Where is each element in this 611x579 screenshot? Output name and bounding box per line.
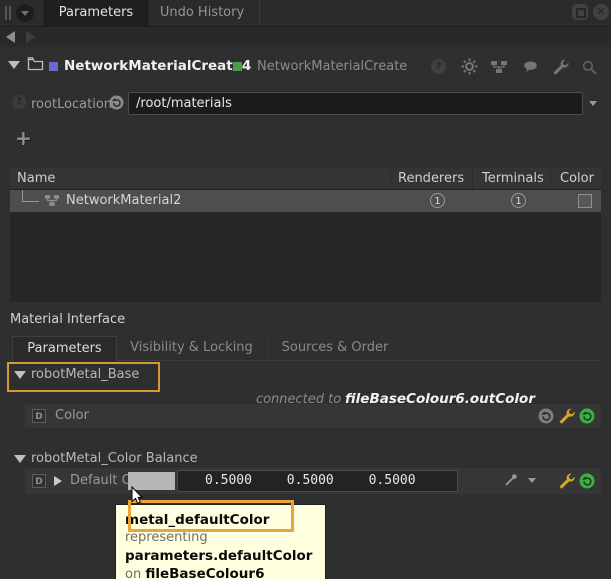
value-g[interactable]: 0.5000 (287, 471, 334, 491)
help-icon[interactable]: ? (431, 59, 446, 74)
column-name: Name (17, 168, 55, 189)
table-row[interactable]: NetworkMaterial2 1 1 (10, 190, 601, 212)
param-row-color: D Color (25, 404, 601, 428)
drag-handle-badge[interactable]: D (32, 409, 46, 423)
state-green-icon[interactable] (579, 408, 595, 424)
node-flag-blue[interactable] (49, 62, 58, 71)
mi-tab-parameters[interactable]: Parameters (12, 336, 117, 361)
close-icon[interactable]: ✕ (593, 4, 609, 20)
reset-arrow-icon[interactable] (109, 95, 124, 110)
root-location-input[interactable] (128, 92, 583, 115)
value-b[interactable]: 0.5000 (369, 471, 416, 491)
section-title: Material Interface (10, 312, 125, 327)
table-header: Name Renderers Terminals Color (10, 168, 601, 190)
column-color: Color (560, 168, 594, 189)
mi-tab-visibility-locking[interactable]: Visibility & Locking (116, 336, 268, 360)
tab-label: Visibility & Locking (130, 340, 253, 355)
node-collapse-toggle[interactable] (8, 61, 20, 69)
color-checkbox[interactable] (578, 194, 592, 208)
drag-grip-icon[interactable] (9, 6, 11, 20)
tree-branch-icon (22, 190, 23, 201)
column-separator (390, 169, 391, 188)
state-green-icon[interactable] (579, 473, 595, 489)
highlight-box-tooltip (128, 500, 294, 532)
mouse-cursor-icon (131, 486, 145, 506)
wrench-icon[interactable] (551, 58, 569, 76)
column-renderers: Renderers (398, 168, 464, 189)
tooltip-node-name: fileBaseColour6 (145, 566, 264, 579)
renderers-count-badge[interactable]: 1 (430, 193, 445, 208)
chevron-down-icon (21, 11, 29, 16)
drag-grip-icon[interactable] (5, 6, 7, 20)
column-separator (472, 169, 473, 188)
value-r[interactable]: 0.5000 (205, 471, 252, 491)
chevron-right-icon (54, 476, 62, 486)
node-graph-icon[interactable] (490, 60, 508, 74)
gear-icon[interactable] (461, 58, 478, 75)
chevron-down-icon[interactable] (589, 101, 597, 106)
tab-separator (259, 0, 260, 26)
tab-label: Parameters (59, 5, 133, 20)
param-label-color: Color (55, 408, 89, 423)
highlight-box-group (7, 362, 160, 392)
chevron-down-icon (14, 455, 26, 463)
tab-label: Sources & Order (282, 340, 389, 355)
param-row-default-color: D Default Color 0.5000 0.5000 0.5000 (25, 468, 601, 494)
terminals-count-badge[interactable]: 1 (511, 193, 526, 208)
tooltip-on-prefix: on (125, 567, 141, 579)
root-location-label: rootLocation (31, 97, 112, 112)
forward-arrow-icon[interactable] (26, 31, 35, 43)
group-name-color-balance[interactable]: robotMetal_Color Balance (31, 451, 198, 466)
tab-parameters[interactable]: Parameters (44, 0, 148, 26)
add-material-button[interactable]: + (15, 126, 32, 150)
mi-tab-sources-order[interactable]: Sources & Order (268, 336, 403, 360)
color-value-field[interactable]: 0.5000 0.5000 0.5000 (177, 470, 458, 492)
tab-undo-history[interactable]: Undo History (146, 0, 258, 26)
drag-handle-badge[interactable]: D (32, 474, 46, 488)
panel-tab-bar: Parameters Undo History ✕ (0, 0, 611, 27)
material-name: NetworkMaterial2 (66, 190, 181, 212)
parameters-panel: Parameters Undo History ✕ NetworkMateria… (0, 0, 611, 579)
tooltip-node-line: on fileBaseColour6 (125, 565, 325, 579)
wrench-gold-icon[interactable] (557, 472, 575, 490)
materials-table: Name Renderers Terminals Color NetworkMa… (10, 168, 601, 302)
column-terminals: Terminals (482, 168, 544, 189)
node-flag-green[interactable] (233, 62, 242, 71)
node-type-label: NetworkMaterialCreate (257, 59, 407, 74)
expand-toggle[interactable] (54, 476, 62, 486)
tab-label: Undo History (160, 5, 244, 20)
chevron-down-icon[interactable] (528, 478, 536, 483)
comment-bubble-icon[interactable] (522, 59, 539, 75)
tree-branch-icon (22, 201, 39, 202)
network-material-icon (44, 194, 60, 207)
folder-icon (27, 56, 44, 71)
panel-menu-button[interactable] (16, 4, 34, 22)
back-arrow-icon[interactable] (6, 31, 15, 43)
chevron-down-icon (8, 61, 20, 69)
group-collapse-toggle[interactable] (14, 455, 26, 463)
tooltip-param-path: parameters.defaultColor (125, 547, 325, 565)
node-name[interactable]: NetworkMaterialCreate4 (64, 58, 251, 74)
column-separator (550, 169, 551, 188)
reset-arrow-icon[interactable] (538, 408, 554, 424)
history-nav-row (0, 27, 611, 47)
tab-label: Parameters (27, 341, 101, 356)
float-panel-button[interactable] (572, 4, 588, 20)
search-icon[interactable] (581, 59, 598, 76)
eyedropper-icon[interactable] (503, 472, 519, 488)
wrench-gold-icon[interactable] (557, 407, 575, 425)
help-icon[interactable]: ? (12, 95, 26, 109)
